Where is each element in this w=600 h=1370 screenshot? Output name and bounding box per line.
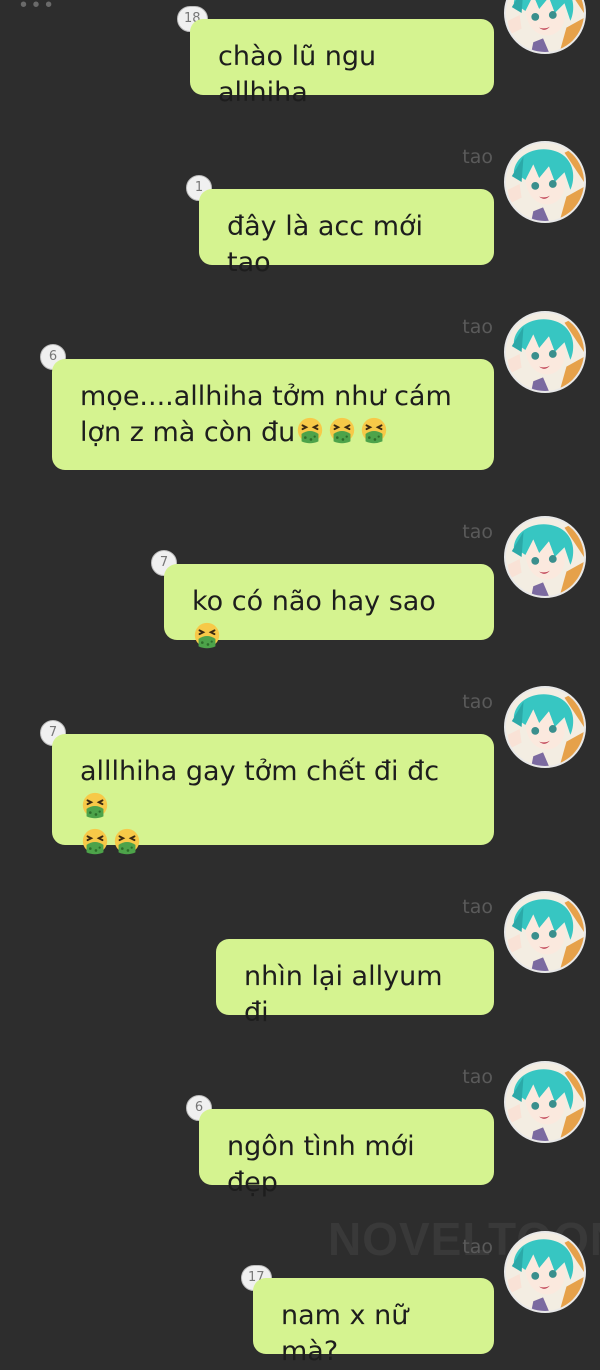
nauseated-face-emoji-icon bbox=[192, 621, 222, 651]
message-bubble[interactable]: alllhiha gay tởm chết đi đc bbox=[52, 734, 494, 845]
nauseated-face-emoji-icon bbox=[80, 791, 110, 821]
nauseated-face-emoji-icon bbox=[359, 416, 389, 446]
avatar[interactable] bbox=[504, 516, 586, 598]
message-text: alllhiha gay tởm chết đi đc bbox=[80, 756, 440, 787]
anime-girl-avatar-icon bbox=[506, 0, 584, 52]
message-bubble[interactable]: nhìn lại allyum đi bbox=[216, 939, 494, 1028]
sender-name: tao bbox=[462, 691, 493, 713]
sender-name: tao bbox=[462, 1066, 493, 1088]
nauseated-face-emoji-icon bbox=[327, 416, 357, 446]
sender-name: tao bbox=[462, 146, 493, 168]
avatar[interactable] bbox=[504, 1061, 586, 1143]
avatar[interactable] bbox=[504, 891, 586, 973]
sender-name: tao bbox=[462, 521, 493, 543]
message-text-line2: lợn z mà còn đu bbox=[80, 417, 296, 448]
anime-girl-avatar-icon bbox=[506, 893, 584, 971]
anime-girl-avatar-icon bbox=[506, 313, 584, 391]
message-text: ngôn tình mới đẹp bbox=[227, 1131, 415, 1198]
nauseated-face-emoji-icon bbox=[80, 827, 110, 857]
nauseated-face-emoji-icon bbox=[295, 416, 325, 446]
message-text-line1: mọe....allhiha tởm như cám bbox=[80, 381, 452, 412]
message-bubble[interactable]: chào lũ ngu allhiha bbox=[190, 19, 494, 108]
anime-girl-avatar-icon bbox=[506, 143, 584, 221]
anime-girl-avatar-icon bbox=[506, 1233, 584, 1311]
avatar[interactable] bbox=[504, 0, 586, 54]
message-bubble[interactable]: đây là acc mới tao bbox=[199, 189, 494, 278]
message-text: nhìn lại allyum đi bbox=[244, 961, 443, 1028]
message-text: nam x nữ mà? bbox=[281, 1300, 409, 1367]
avatar[interactable] bbox=[504, 1231, 586, 1313]
message-bubble[interactable]: ngôn tình mới đẹp bbox=[199, 1109, 494, 1198]
message-text: đây là acc mới tao bbox=[227, 211, 424, 278]
sender-name: tao bbox=[462, 316, 493, 338]
anime-girl-avatar-icon bbox=[506, 1063, 584, 1141]
anime-girl-avatar-icon bbox=[506, 518, 584, 596]
nauseated-face-emoji-icon bbox=[112, 827, 142, 857]
sender-name: tao bbox=[462, 896, 493, 918]
message-bubble[interactable]: ko có não hay sao bbox=[164, 564, 494, 640]
avatar[interactable] bbox=[504, 686, 586, 768]
anime-girl-avatar-icon bbox=[506, 688, 584, 766]
sender-name: tao bbox=[462, 1236, 493, 1258]
message-bubble[interactable]: nam x nữ mà? bbox=[253, 1278, 494, 1367]
message-bubble[interactable]: mọe....allhiha tởm như cám lợn z mà còn … bbox=[52, 359, 494, 470]
avatar[interactable] bbox=[504, 311, 586, 393]
message-text: chào lũ ngu allhiha bbox=[218, 41, 377, 108]
avatar[interactable] bbox=[504, 141, 586, 223]
top-ellipsis-icon: • • • bbox=[20, 0, 53, 16]
message-text: ko có não hay sao bbox=[192, 586, 436, 617]
